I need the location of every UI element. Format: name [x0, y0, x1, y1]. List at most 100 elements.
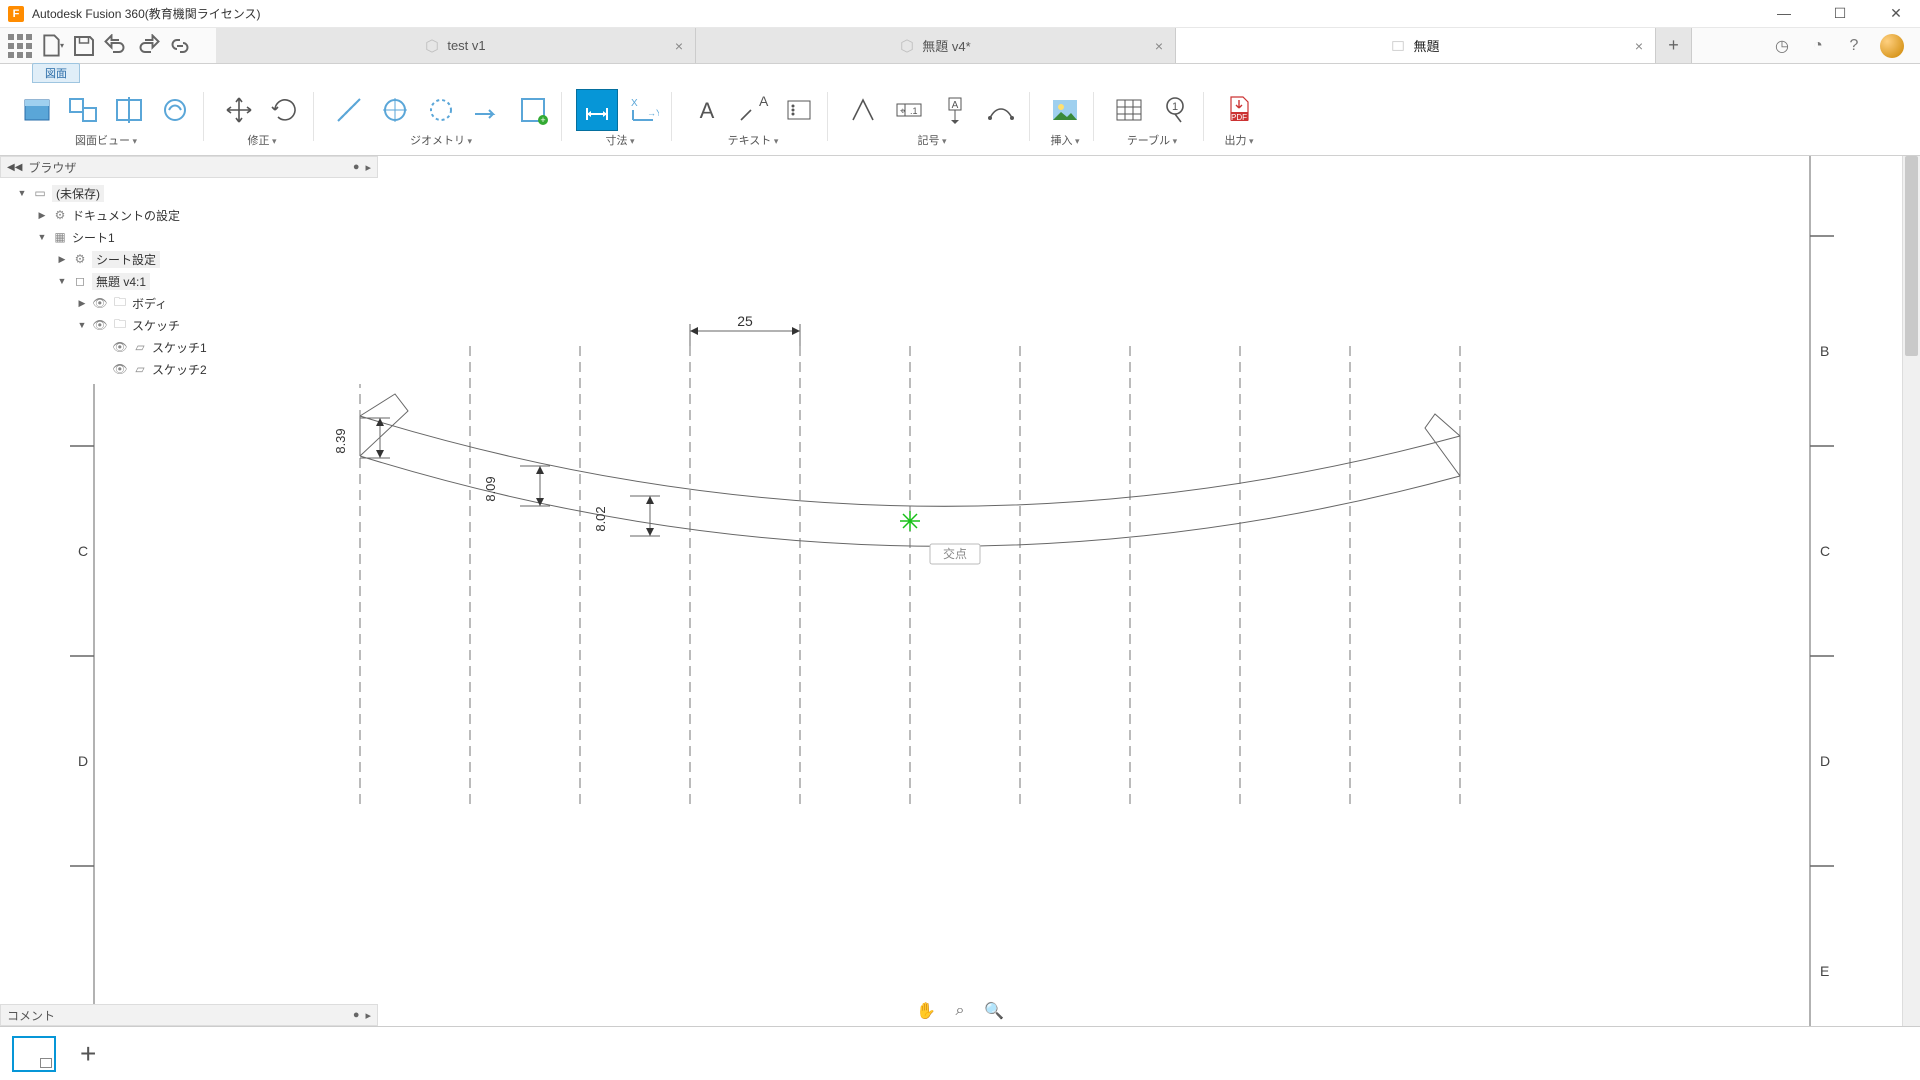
visibility-icon[interactable]: 👁: [92, 317, 108, 333]
feature-control-button[interactable]: ⌖.1: [888, 89, 930, 131]
browser-tree: ▭ (未保存) ⚙ ドキュメントの設定 ▦ シート1 ⚙ シート設定 ◻: [0, 178, 378, 384]
tab-close-icon[interactable]: ×: [1155, 38, 1163, 54]
projected-view-button[interactable]: [62, 89, 104, 131]
zoom-fit-icon[interactable]: 🔍: [981, 998, 1007, 1024]
app-icon: F: [8, 6, 24, 22]
visibility-icon[interactable]: 👁: [112, 361, 128, 377]
redo-icon[interactable]: [136, 34, 160, 58]
pdf-output-button[interactable]: PDF: [1218, 89, 1260, 131]
tab-close-icon[interactable]: ×: [1635, 38, 1643, 54]
svg-text:A: A: [952, 100, 959, 111]
group-label[interactable]: 修正: [247, 132, 276, 148]
browser-title: ブラウザ: [28, 159, 76, 176]
centerline-button[interactable]: [328, 89, 370, 131]
group-label[interactable]: テーブル: [1127, 132, 1177, 148]
main-area: B C D B C D E: [0, 156, 1920, 1026]
rotate-button[interactable]: [264, 89, 306, 131]
close-button[interactable]: ✕: [1880, 5, 1912, 22]
tab-label: 無題 v4*: [922, 36, 970, 55]
save-icon[interactable]: [72, 34, 96, 58]
workspace-tab-drawing[interactable]: 図面: [32, 63, 80, 83]
svg-text:+: +: [540, 115, 545, 125]
base-view-button[interactable]: [16, 89, 58, 131]
comments-header: コメント ● ▸: [0, 1004, 378, 1026]
ordinate-button[interactable]: X→Y: [622, 89, 664, 131]
tab-test-v1[interactable]: test v1 ×: [216, 28, 696, 63]
minimize-button[interactable]: —: [1768, 5, 1800, 22]
group-label[interactable]: 記号: [917, 132, 946, 148]
image-button[interactable]: [1044, 89, 1086, 131]
ribbon-group-output: PDF 出力: [1210, 86, 1268, 155]
tree-doc-settings[interactable]: ⚙ ドキュメントの設定: [0, 204, 378, 226]
collapse-icon[interactable]: ◀◀: [7, 162, 22, 173]
data-panel-icon[interactable]: [8, 34, 32, 58]
group-label[interactable]: ジオメトリ: [410, 132, 472, 148]
sheet-strip: +: [0, 1026, 1920, 1080]
vertical-scrollbar[interactable]: [1902, 156, 1920, 1026]
balloon-button[interactable]: 1: [1154, 89, 1196, 131]
link-icon[interactable]: [168, 34, 192, 58]
svg-text:25: 25: [737, 313, 753, 329]
table-button[interactable]: [1108, 89, 1150, 131]
add-sheet-button[interactable]: +: [80, 1038, 96, 1070]
sheet-thumbnail-1[interactable]: [12, 1036, 56, 1072]
comments-settings-icon[interactable]: ●: [353, 1009, 360, 1021]
browser-panel: ◀◀ ブラウザ ● ▸ ▭ (未保存) ⚙ ドキュメントの設定 ▦ シート1: [0, 156, 378, 384]
tree-sketch2[interactable]: 👁 ▱ スケッチ2: [0, 358, 378, 380]
user-avatar[interactable]: [1880, 34, 1904, 58]
svg-text:C: C: [1820, 543, 1830, 559]
extensions-icon[interactable]: ◷: [1772, 36, 1792, 56]
tree-root[interactable]: ▭ (未保存): [0, 182, 378, 204]
svg-text:8.09: 8.09: [483, 476, 498, 501]
tree-sketches[interactable]: 👁 🗀 スケッチ: [0, 314, 378, 336]
surface-button[interactable]: [842, 89, 884, 131]
new-tab-button[interactable]: +: [1656, 28, 1692, 63]
job-status-icon[interactable]: ◔: [1808, 36, 1828, 56]
svg-text:D: D: [78, 753, 88, 769]
comments-pin-icon[interactable]: ▸: [365, 1009, 371, 1022]
center-mark-button[interactable]: [374, 89, 416, 131]
leader-button[interactable]: A: [732, 89, 774, 131]
sketch-button[interactable]: +: [512, 89, 554, 131]
tree-sheet-settings[interactable]: ⚙ シート設定: [0, 248, 378, 270]
help-icon[interactable]: ?: [1844, 36, 1864, 56]
move-button[interactable]: [218, 89, 260, 131]
group-label[interactable]: 寸法: [605, 132, 634, 148]
group-label[interactable]: 出力: [1224, 132, 1253, 148]
edge-ext-button[interactable]: [466, 89, 508, 131]
cube-icon: ◻: [72, 273, 88, 289]
text-button[interactable]: A: [686, 89, 728, 131]
svg-text:D: D: [1820, 753, 1830, 769]
tab-close-icon[interactable]: ×: [675, 38, 683, 54]
datum-button[interactable]: A: [934, 89, 976, 131]
pan-icon[interactable]: ✋: [913, 998, 939, 1024]
svg-text:A: A: [700, 98, 715, 123]
folder-icon: 🗀: [112, 317, 128, 333]
browser-settings-icon[interactable]: ●: [353, 161, 360, 173]
tree-component[interactable]: ◻ 無題 v4:1: [0, 270, 378, 292]
note-button[interactable]: [778, 89, 820, 131]
visibility-icon[interactable]: 👁: [112, 339, 128, 355]
visibility-icon[interactable]: 👁: [92, 295, 108, 311]
group-label[interactable]: テキスト: [728, 132, 779, 148]
tab-untitled-drawing[interactable]: 無題 ×: [1176, 28, 1656, 63]
ribbon-group-dimension: X→Y 寸法: [568, 86, 672, 155]
ribbon-group-symbol: ⌖.1 A 記号: [834, 86, 1030, 155]
maximize-button[interactable]: ☐: [1824, 5, 1856, 22]
undo-icon[interactable]: [104, 34, 128, 58]
detail-view-button[interactable]: [154, 89, 196, 131]
file-menu-icon[interactable]: ▾: [40, 34, 64, 58]
center-pattern-button[interactable]: [420, 89, 462, 131]
tree-bodies[interactable]: 👁 🗀 ボディ: [0, 292, 378, 314]
svg-text:X: X: [631, 98, 638, 109]
tree-sketch1[interactable]: 👁 ▱ スケッチ1: [0, 336, 378, 358]
tab-untitled-v4[interactable]: 無題 v4* ×: [696, 28, 1176, 63]
group-label[interactable]: 図面ビュー: [75, 132, 137, 148]
group-label[interactable]: 挿入: [1050, 132, 1079, 148]
zoom-window-icon[interactable]: ⌕: [947, 998, 973, 1024]
browser-pin-icon[interactable]: ▸: [365, 161, 371, 174]
bend-button[interactable]: [980, 89, 1022, 131]
section-view-button[interactable]: [108, 89, 150, 131]
tree-sheet1[interactable]: ▦ シート1: [0, 226, 378, 248]
dimension-button[interactable]: [576, 89, 618, 131]
